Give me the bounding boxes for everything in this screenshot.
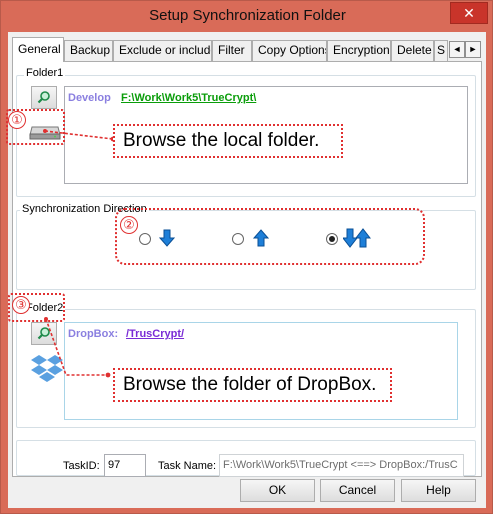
help-button[interactable]: Help: [401, 479, 476, 502]
task-id-label: TaskID:: [63, 460, 100, 472]
tab-filter[interactable]: Filter: [212, 40, 252, 61]
search-icon: [37, 91, 50, 104]
folder1-browse-button[interactable]: [31, 86, 57, 109]
callout-pointer-3: [44, 317, 112, 384]
tab-scroll-buttons: ◄ ►: [449, 41, 481, 58]
tab-scroll-left-button[interactable]: ◄: [449, 41, 465, 58]
task-name-input[interactable]: F:\Work\Work5\TrueCrypt <==> DropBox:/Tr…: [219, 454, 464, 477]
tab-general[interactable]: General: [12, 37, 64, 62]
tab-exclude-or-include[interactable]: Exclude or include: [113, 40, 212, 61]
folder2-path[interactable]: /TrusCrypt/: [126, 328, 184, 340]
tab-backup[interactable]: Backup: [64, 40, 113, 61]
callout-text-3: Browse the folder of DropBox.: [113, 368, 392, 402]
task-id-input[interactable]: 97: [104, 454, 146, 477]
callout-text-1: Browse the local folder.: [113, 124, 343, 158]
tab-encryption[interactable]: Encryption: [327, 40, 391, 61]
close-button[interactable]: ✕: [450, 2, 488, 24]
callout-pointer-1: [43, 129, 116, 148]
folder1-path[interactable]: F:\Work\Work5\TrueCrypt\: [121, 92, 256, 104]
tab-scroll-right-button[interactable]: ►: [465, 41, 481, 58]
tab-delete[interactable]: Delete: [391, 40, 434, 61]
title-bar: Setup Synchronization Folder ✕: [1, 1, 493, 32]
dialog-window: Setup Synchronization Folder ✕ General B…: [0, 0, 493, 514]
window-title: Setup Synchronization Folder: [149, 7, 346, 24]
dialog-client: General Backup Exclude or include Filter…: [6, 32, 486, 508]
task-name-label: Task Name:: [158, 460, 217, 472]
cancel-button[interactable]: Cancel: [320, 479, 395, 502]
callout-frame-2: [115, 208, 425, 265]
folder1-label: Folder1: [24, 67, 66, 79]
folder1-prefix: Develop: [68, 92, 111, 104]
tab-s[interactable]: S: [434, 40, 448, 61]
tab-copy-options[interactable]: Copy Options: [252, 40, 327, 61]
ok-button[interactable]: OK: [240, 479, 315, 502]
